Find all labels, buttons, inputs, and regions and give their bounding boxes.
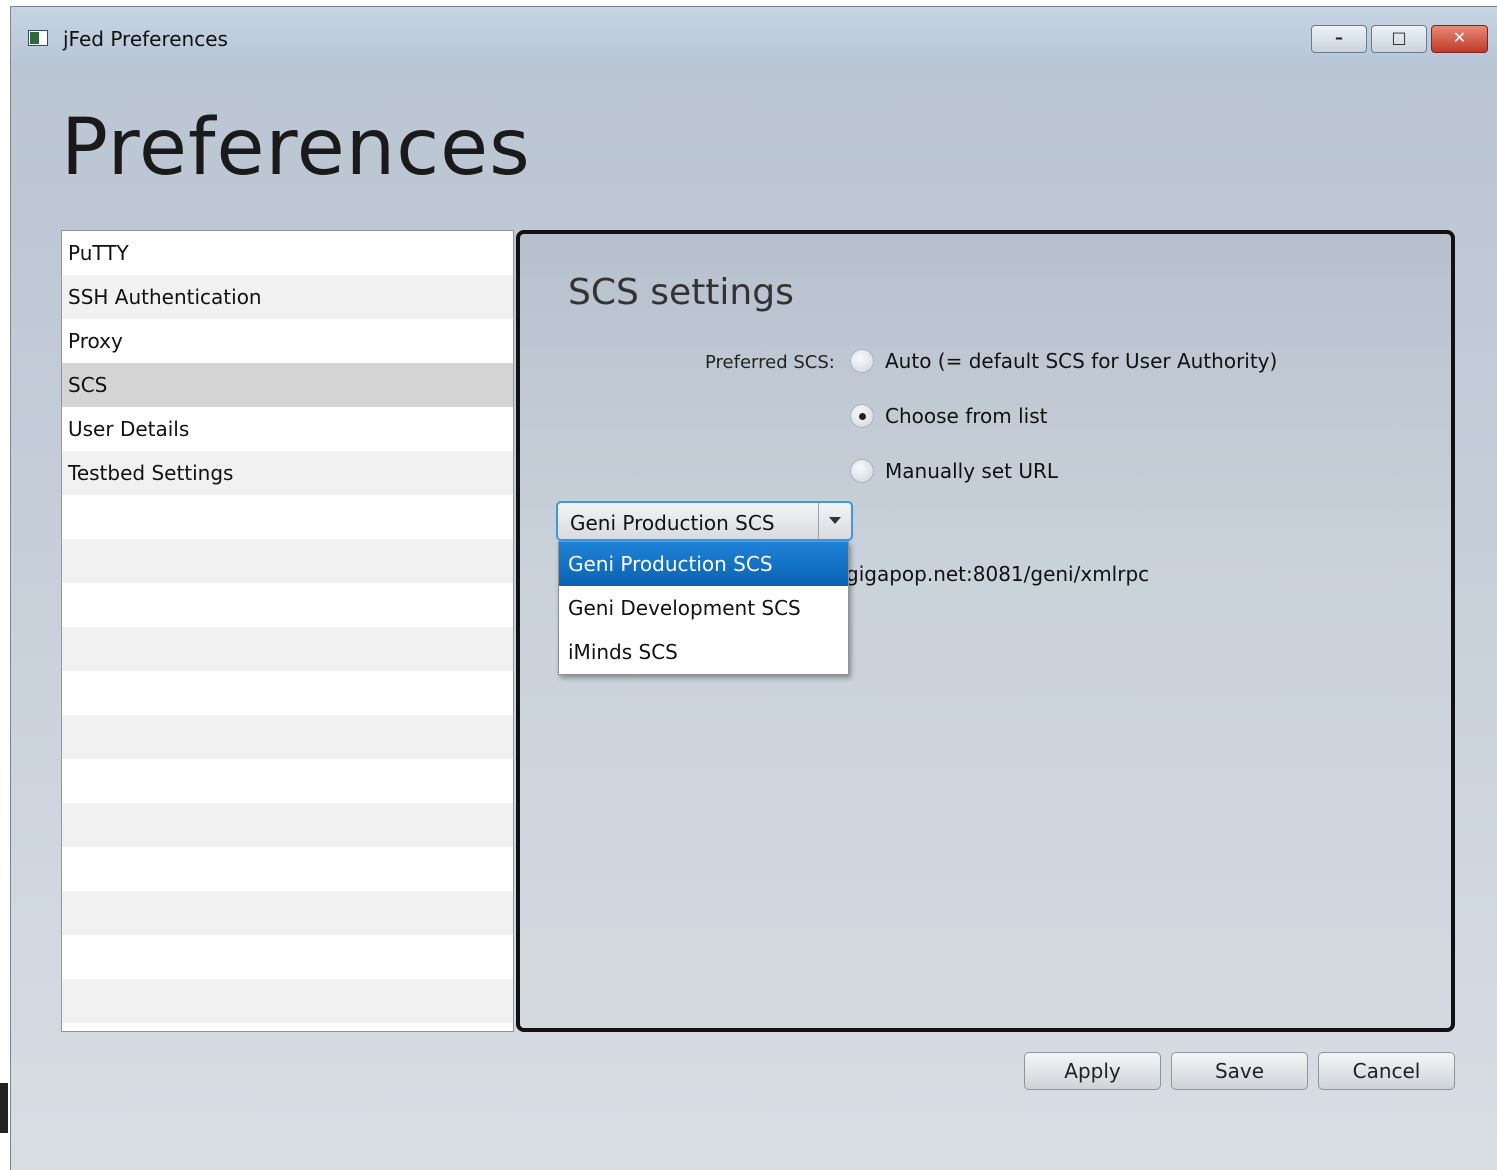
save-button[interactable]: Save bbox=[1171, 1052, 1308, 1090]
list-empty-row bbox=[62, 935, 513, 979]
page-title: Preferences bbox=[61, 103, 531, 193]
combo-selected-value: Geni Production SCS bbox=[570, 511, 775, 535]
list-empty-row bbox=[62, 891, 513, 935]
panel-title: SCS settings bbox=[568, 272, 794, 313]
background-fragment bbox=[0, 1083, 8, 1133]
preferences-window: jFed Preferences – □ ✕ Preferences PuTTY… bbox=[10, 6, 1497, 1170]
sidebar-item-proxy[interactable]: Proxy bbox=[62, 319, 513, 363]
app-icon bbox=[28, 30, 48, 46]
list-empty-row bbox=[62, 583, 513, 627]
category-list[interactable]: PuTTY SSH Authentication Proxy SCS User … bbox=[61, 230, 514, 1032]
sidebar-item-scs[interactable]: SCS bbox=[62, 363, 513, 407]
radio-auto[interactable] bbox=[850, 349, 874, 373]
radio-auto-row[interactable]: Auto (= default SCS for User Authority) bbox=[850, 346, 1277, 376]
sidebar-item-putty[interactable]: PuTTY bbox=[62, 231, 513, 275]
option-geni-production-scs[interactable]: Geni Production SCS bbox=[559, 542, 848, 586]
minimize-button[interactable]: – bbox=[1311, 25, 1367, 53]
minimize-icon: – bbox=[1335, 28, 1343, 47]
radio-manual-row[interactable]: Manually set URL bbox=[850, 456, 1058, 486]
maximize-button[interactable]: □ bbox=[1371, 25, 1427, 53]
cancel-button[interactable]: Cancel bbox=[1318, 1052, 1455, 1090]
close-button[interactable]: ✕ bbox=[1431, 25, 1488, 53]
combo-dropdown-list[interactable]: Geni Production SCS Geni Development SCS… bbox=[558, 541, 849, 675]
radio-choose-row[interactable]: Choose from list bbox=[850, 401, 1047, 431]
option-geni-development-scs[interactable]: Geni Development SCS bbox=[559, 586, 848, 630]
chevron-down-icon[interactable] bbox=[818, 503, 851, 539]
list-empty-row bbox=[62, 803, 513, 847]
radio-choose-label[interactable]: Choose from list bbox=[885, 404, 1047, 428]
close-icon: ✕ bbox=[1452, 28, 1467, 47]
window-title: jFed Preferences bbox=[63, 27, 228, 51]
list-empty-row bbox=[62, 979, 513, 1023]
sidebar-item-ssh-authentication[interactable]: SSH Authentication bbox=[62, 275, 513, 319]
radio-manual-label[interactable]: Manually set URL bbox=[885, 459, 1058, 483]
list-empty-row bbox=[62, 495, 513, 539]
list-empty-row bbox=[62, 759, 513, 803]
list-empty-row bbox=[62, 671, 513, 715]
apply-button[interactable]: Apply bbox=[1024, 1052, 1161, 1090]
radio-choose-from-list[interactable] bbox=[850, 404, 874, 428]
list-empty-row bbox=[62, 715, 513, 759]
sidebar-item-user-details[interactable]: User Details bbox=[62, 407, 513, 451]
list-empty-row bbox=[62, 539, 513, 583]
list-empty-row bbox=[62, 847, 513, 891]
radio-auto-label[interactable]: Auto (= default SCS for User Authority) bbox=[885, 349, 1277, 373]
sidebar-item-testbed-settings[interactable]: Testbed Settings bbox=[62, 451, 513, 495]
list-empty-row bbox=[62, 627, 513, 671]
scs-url-text: gigapop.net:8081/geni/xmlrpc bbox=[846, 562, 1150, 586]
scs-settings-panel: SCS settings Preferred SCS: Auto (= defa… bbox=[516, 230, 1455, 1032]
preferred-scs-label: Preferred SCS: bbox=[705, 352, 835, 373]
option-iminds-scs[interactable]: iMinds SCS bbox=[559, 630, 848, 674]
maximize-icon: □ bbox=[1391, 28, 1407, 47]
scs-combo-box[interactable]: Geni Production SCS bbox=[556, 501, 853, 541]
radio-manual-url[interactable] bbox=[850, 459, 874, 483]
title-bar[interactable]: jFed Preferences – □ ✕ bbox=[11, 7, 1497, 63]
